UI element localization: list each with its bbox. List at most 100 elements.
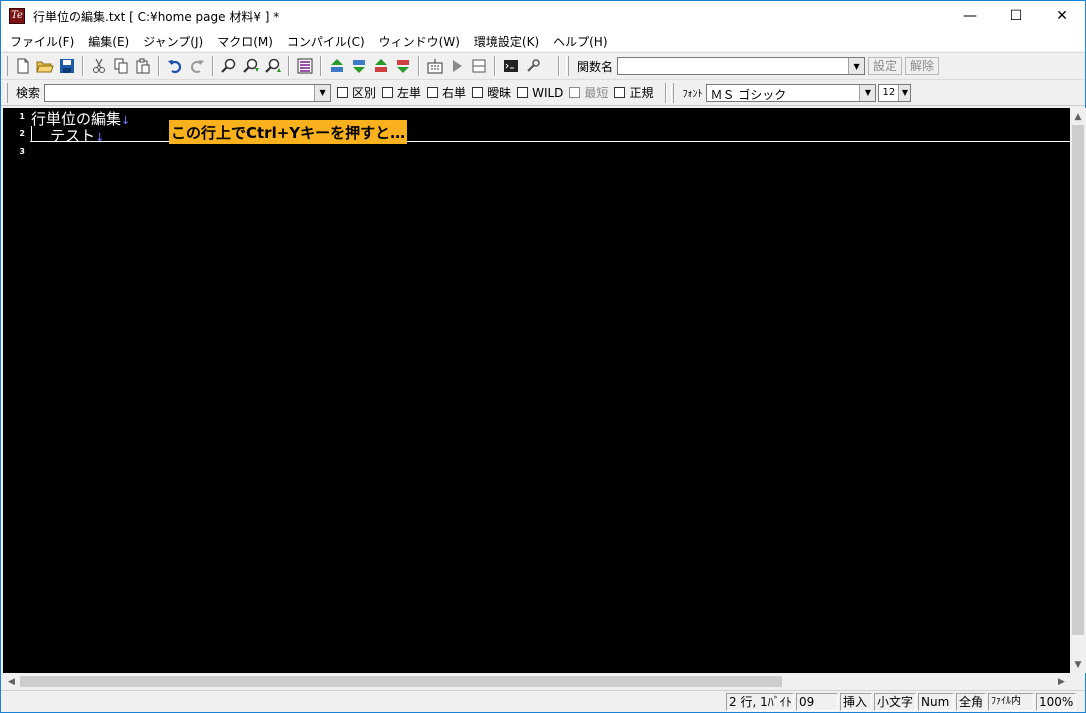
main-toolbar: 関数名 ▼ 設定 解除 <box>1 52 1085 79</box>
find-next-icon[interactable] <box>240 55 262 77</box>
menu-help[interactable]: ヘルプ(H) <box>546 33 614 50</box>
font-select[interactable]: ＭＳ ゴシック ▼ <box>706 83 877 102</box>
mark-up-icon[interactable] <box>370 55 392 77</box>
menu-settings[interactable]: 環境設定(K) <box>467 33 546 50</box>
font-size-value: 12 <box>882 86 896 98</box>
search-input[interactable]: ▼ <box>44 83 332 102</box>
font-size-select[interactable]: 12 ▼ <box>878 83 912 102</box>
function-label: 関数名 <box>577 59 614 74</box>
toolbar-grip[interactable] <box>671 82 675 103</box>
option-shortest: 最短 <box>569 84 608 101</box>
checkbox[interactable] <box>337 87 349 98</box>
chevron-down-icon[interactable]: ▼ <box>859 84 876 101</box>
checkbox[interactable] <box>614 87 626 98</box>
option-label: WILD <box>532 85 564 100</box>
find-prev-icon[interactable] <box>262 55 284 77</box>
toolbar-grip[interactable] <box>5 56 8 76</box>
option-fuzzy[interactable]: 曖昧 <box>472 84 511 101</box>
split-icon[interactable] <box>468 55 490 77</box>
jump-down-icon[interactable] <box>348 55 370 77</box>
grep-icon[interactable] <box>294 55 316 77</box>
option-label: 正規 <box>629 86 654 100</box>
option-right-word[interactable]: 右単 <box>427 84 466 101</box>
toolbar-separator <box>665 82 668 103</box>
title-bar[interactable]: Te 行単位の編集.txt [ C:¥home page 材料¥ ] * — ☐… <box>1 1 1085 31</box>
status-width[interactable]: 全角 <box>956 693 986 711</box>
scroll-right-icon[interactable]: ▶ <box>1053 673 1070 690</box>
tool-icon[interactable] <box>522 55 544 77</box>
copy-icon[interactable] <box>110 55 132 77</box>
menu-compile[interactable]: コンパイル(C) <box>280 33 372 50</box>
text-editor[interactable]: 1 行単位の編集↓ 2 テスト↓ 3 この行上でCtrl+Yキーを押すと… <box>3 108 1070 673</box>
chevron-down-icon[interactable]: ▼ <box>314 84 331 101</box>
macro-icon[interactable] <box>424 55 446 77</box>
editor-line[interactable]: 2 テスト↓ <box>3 125 1070 145</box>
scroll-down-icon[interactable]: ▼ <box>1070 656 1086 673</box>
paste-icon[interactable] <box>132 55 154 77</box>
horizontal-scrollbar[interactable]: ◀ ▶ <box>3 673 1070 690</box>
option-label: 区別 <box>352 86 377 100</box>
function-combo[interactable]: ▼ <box>617 57 866 75</box>
scroll-up-icon[interactable]: ▲ <box>1070 108 1086 125</box>
open-folder-icon[interactable] <box>34 55 56 77</box>
status-num: Num <box>918 693 954 711</box>
run-icon[interactable] <box>446 55 468 77</box>
option-case[interactable]: 区別 <box>337 84 376 101</box>
toolbar-separator <box>494 56 496 76</box>
menu-jump[interactable]: ジャンプ(J) <box>136 33 210 50</box>
checkbox[interactable] <box>427 87 439 98</box>
maximize-button[interactable]: ☐ <box>993 1 1039 31</box>
app-window: Te 行単位の編集.txt [ C:¥home page 材料¥ ] * — ☐… <box>0 0 1086 713</box>
scroll-thumb[interactable] <box>20 676 782 687</box>
jump-up-icon[interactable] <box>326 55 348 77</box>
toolbar-separator <box>418 56 420 76</box>
option-regex[interactable]: 正規 <box>614 84 653 101</box>
menu-edit[interactable]: 編集(E) <box>81 33 136 50</box>
chevron-down-icon[interactable]: ▼ <box>848 58 865 74</box>
set-button[interactable]: 設定 <box>868 57 903 75</box>
toolbar-separator <box>158 56 160 76</box>
release-button[interactable]: 解除 <box>905 57 940 75</box>
option-label: 右単 <box>442 86 467 100</box>
status-scope[interactable]: ﾌｧｲﾙ内 <box>988 693 1034 711</box>
option-label: 左単 <box>397 86 422 100</box>
redo-icon[interactable] <box>186 55 208 77</box>
console-icon[interactable] <box>500 55 522 77</box>
toolbar-separator <box>288 56 290 76</box>
cut-icon[interactable] <box>88 55 110 77</box>
editor-line[interactable]: 3 <box>3 143 1070 160</box>
mark-down-icon[interactable] <box>392 55 414 77</box>
toolbar-grip[interactable] <box>5 82 8 103</box>
find-icon[interactable] <box>218 55 240 77</box>
status-zoom[interactable]: 100% <box>1036 693 1076 711</box>
option-left-word[interactable]: 左単 <box>382 84 421 101</box>
save-icon[interactable] <box>56 55 78 77</box>
status-case[interactable]: 小文字 <box>874 693 916 711</box>
search-label: 検索 <box>16 86 41 100</box>
checkbox[interactable] <box>517 87 529 98</box>
app-icon[interactable]: Te <box>9 8 25 24</box>
toolbar-separator <box>320 56 322 76</box>
option-wild[interactable]: WILD <box>517 86 563 100</box>
undo-icon[interactable] <box>164 55 186 77</box>
menu-window[interactable]: ウィンドウ(W) <box>372 33 467 50</box>
close-button[interactable]: ✕ <box>1039 1 1085 31</box>
toolbar-separator <box>82 56 84 76</box>
status-insert[interactable]: 挿入 <box>840 693 872 711</box>
vertical-scrollbar[interactable]: ▲ ▼ <box>1070 108 1086 673</box>
line-number: 1 <box>19 112 25 121</box>
toolbar-grip[interactable] <box>566 56 569 76</box>
status-position: 2 行, 1ﾊﾞｲﾄ <box>726 693 794 711</box>
toolbar-separator <box>212 56 214 76</box>
checkbox[interactable] <box>382 87 394 98</box>
checkbox[interactable] <box>472 87 484 98</box>
menu-file[interactable]: ファイル(F) <box>3 33 81 50</box>
new-file-icon[interactable] <box>12 55 34 77</box>
minimize-button[interactable]: — <box>947 1 993 31</box>
editor-line[interactable]: 1 行単位の編集↓ <box>3 108 1070 128</box>
menu-macro[interactable]: マクロ(M) <box>210 33 280 50</box>
scroll-thumb[interactable] <box>1072 125 1084 635</box>
chevron-down-icon[interactable]: ▼ <box>898 84 911 101</box>
line-number: 3 <box>19 147 25 156</box>
scroll-left-icon[interactable]: ◀ <box>3 673 20 690</box>
